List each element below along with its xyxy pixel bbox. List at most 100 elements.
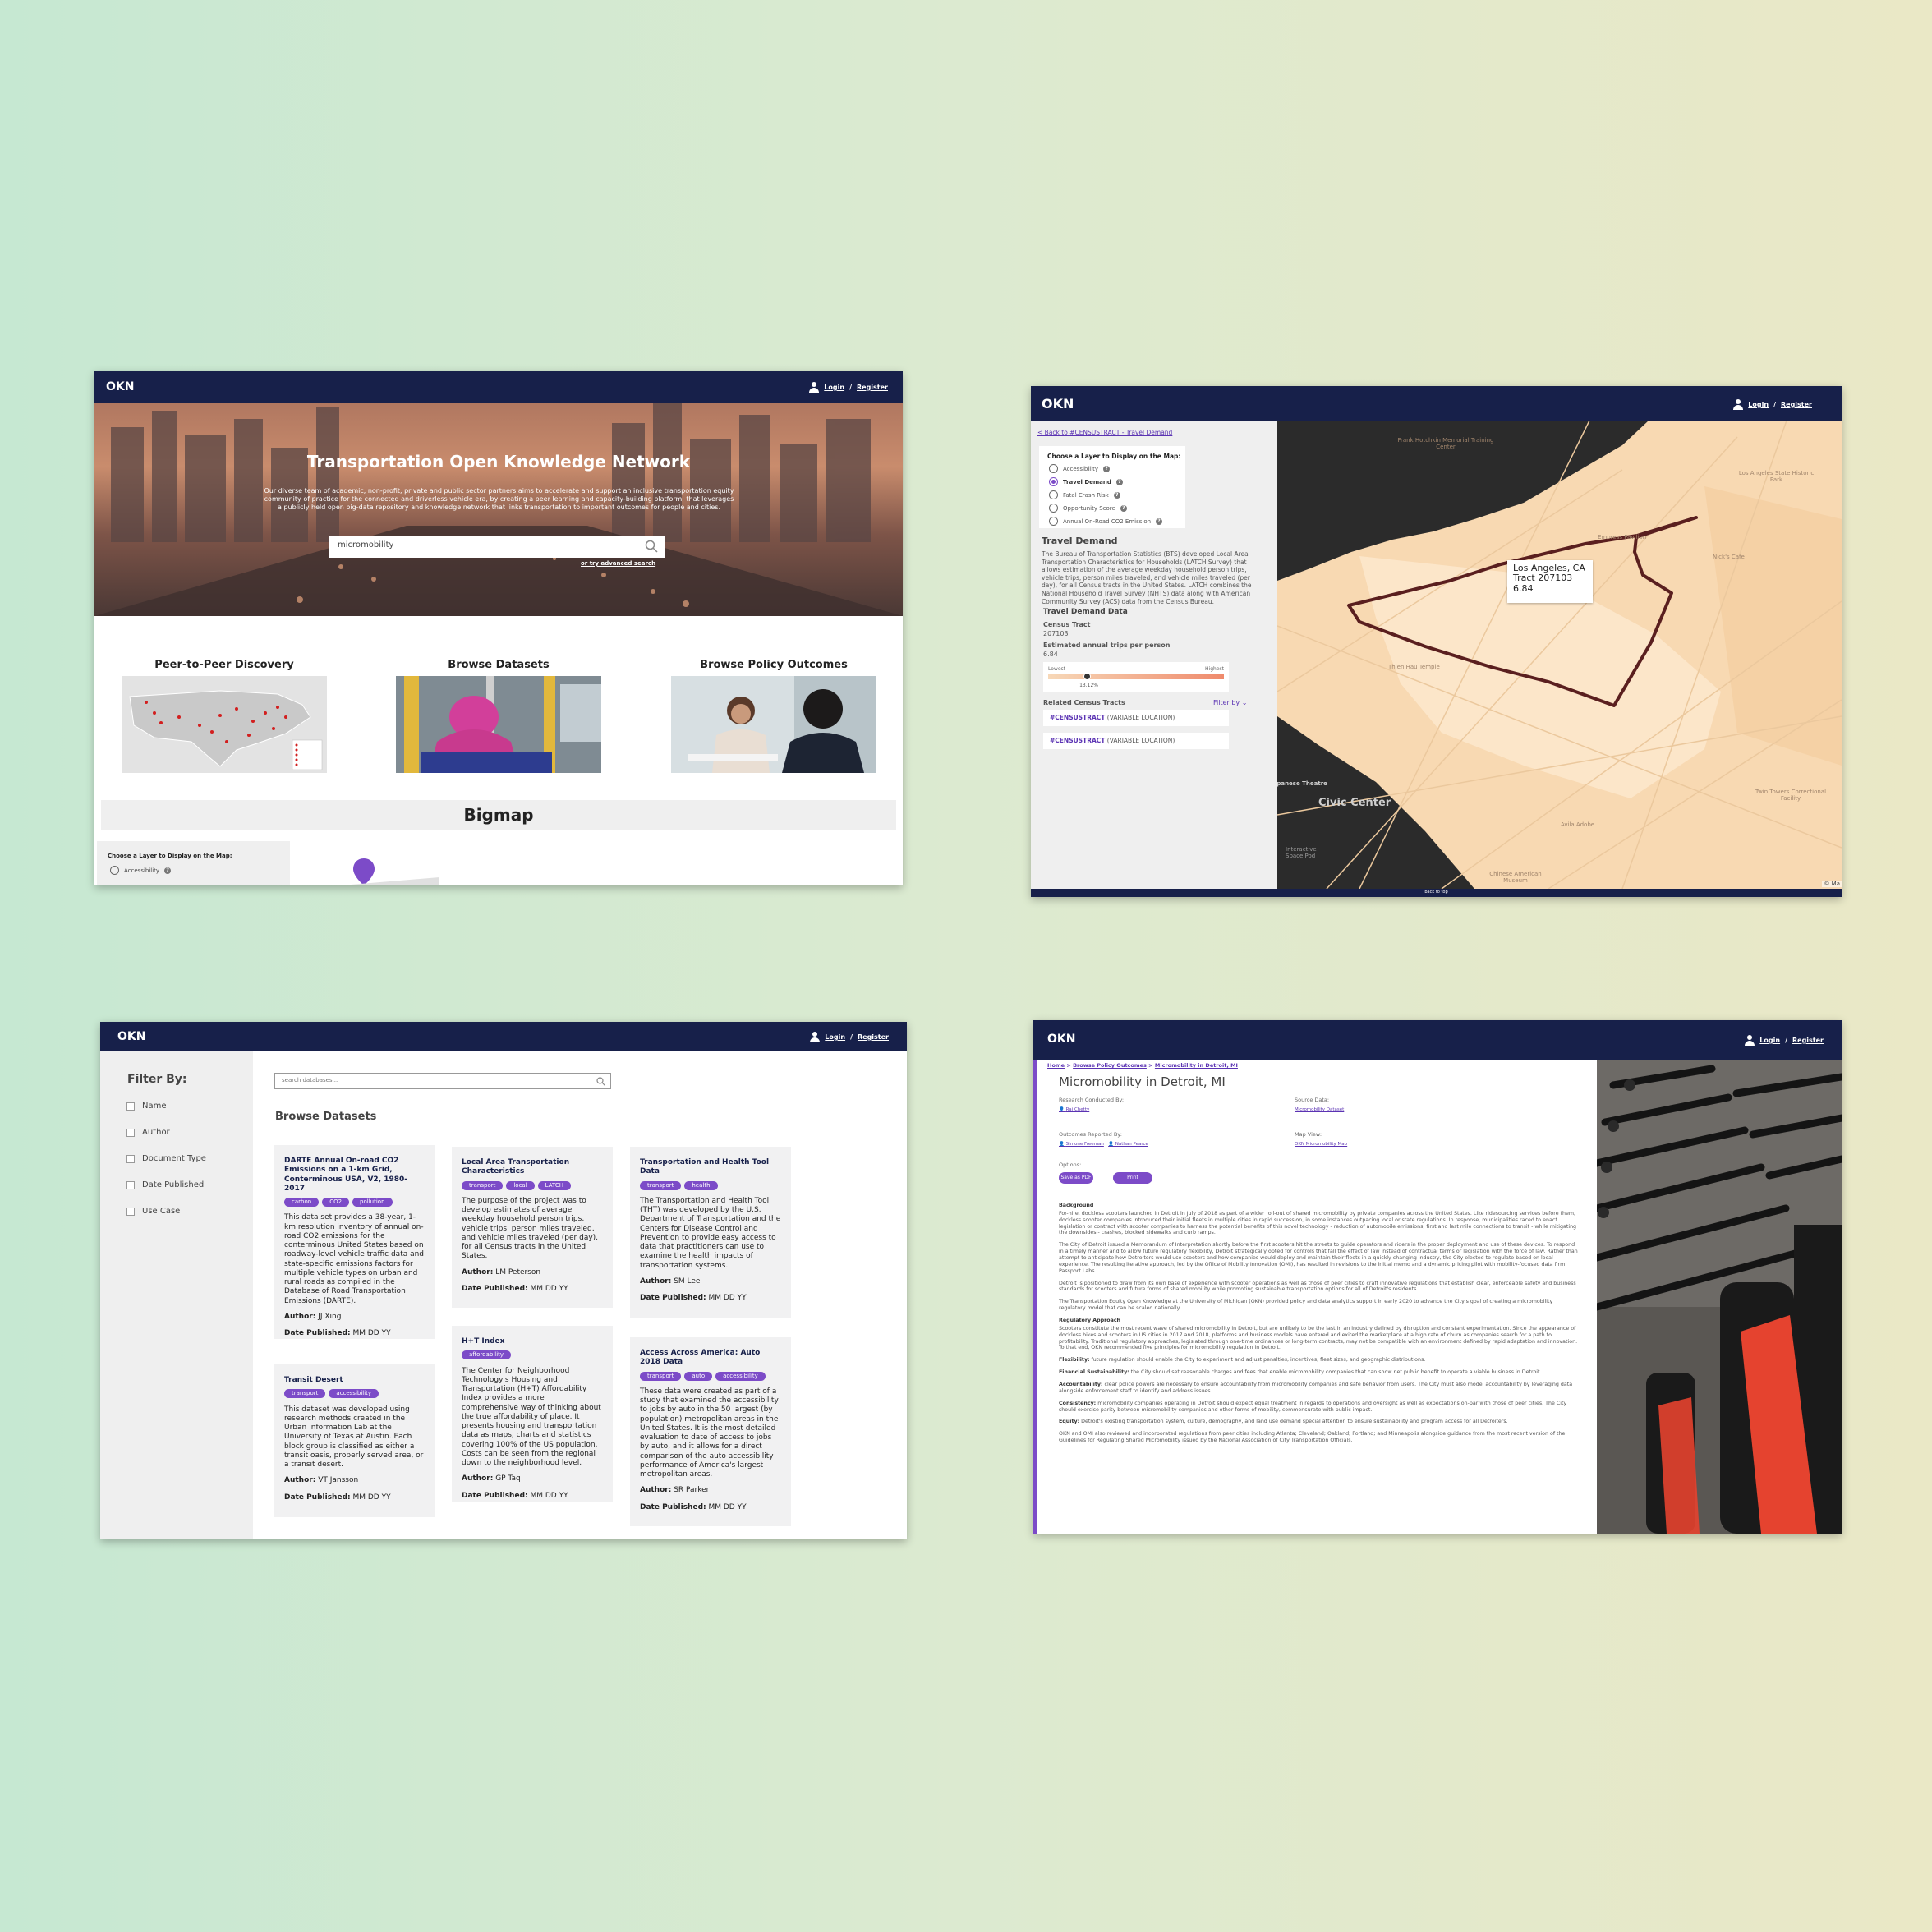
print-button[interactable]: Print — [1113, 1172, 1152, 1184]
tag-badge[interactable]: transport — [284, 1389, 326, 1399]
breadcrumb-policy[interactable]: Browse Policy Outcomes — [1073, 1062, 1147, 1069]
login-register[interactable]: Login / Register — [1745, 1035, 1824, 1046]
login-register[interactable]: Login / Register — [1733, 399, 1812, 410]
info-icon[interactable]: ? — [1116, 478, 1123, 485]
okn-logo[interactable]: OKN — [106, 380, 134, 393]
login-link[interactable]: Login — [824, 384, 844, 391]
save-pdf-button[interactable]: Save as PDF — [1059, 1172, 1093, 1184]
tile-browse-policy[interactable]: Browse Policy Outcomes — [671, 659, 876, 773]
related-item[interactable]: #CENSUSTRACT (VARIABLE LOCATION) — [1043, 733, 1229, 749]
tag-badge[interactable]: transport — [640, 1371, 682, 1381]
info-icon[interactable]: ? — [1103, 465, 1111, 472]
radio-button[interactable] — [1049, 504, 1058, 513]
related-item[interactable]: #CENSUSTRACT (VARIABLE LOCATION) — [1043, 710, 1229, 726]
dataset-card[interactable]: Transit Desert transport accessibility This… — [274, 1364, 435, 1517]
layer-option[interactable]: Fatal Crash Risk ? — [1049, 490, 1120, 499]
filter-option[interactable]: Document Type — [126, 1154, 206, 1163]
okn-logo[interactable]: OKN — [1042, 396, 1074, 412]
hero-search-box[interactable] — [329, 536, 665, 558]
layer-option[interactable]: Annual On-Road CO2 Emission ? — [1049, 517, 1163, 526]
research-person[interactable]: 👤 Raj Chetty — [1059, 1107, 1089, 1112]
dataset-card[interactable]: DARTE Annual On-road CO2 Emissions on a … — [274, 1145, 435, 1339]
info-icon[interactable]: ? — [1113, 491, 1120, 499]
back-to-top-link[interactable]: back to top — [1031, 890, 1842, 895]
search-icon[interactable] — [645, 540, 658, 553]
card-title[interactable]: Transportation and Health Tool Data — [640, 1158, 781, 1177]
checkbox[interactable] — [126, 1128, 135, 1137]
register-link[interactable]: Register — [857, 384, 888, 391]
dataset-card[interactable]: Access Across America: Auto 2018 Data tra… — [630, 1337, 791, 1526]
dataset-search-input[interactable] — [282, 1077, 586, 1083]
tag-badge[interactable]: health — [684, 1180, 718, 1190]
tag-badge[interactable]: local — [506, 1180, 535, 1190]
okn-logo[interactable]: OKN — [117, 1030, 145, 1043]
radio-button[interactable] — [1049, 490, 1058, 499]
checkbox[interactable] — [126, 1180, 135, 1189]
filter-option[interactable]: Name — [126, 1102, 167, 1111]
tag-badge[interactable]: affordability — [462, 1350, 512, 1360]
filter-option[interactable]: Date Published — [126, 1180, 204, 1189]
filter-by-dropdown[interactable]: Filter by ⌄ — [1213, 699, 1247, 706]
tag-badge[interactable]: carbon — [284, 1198, 320, 1207]
breadcrumb-home[interactable]: Home — [1047, 1062, 1065, 1069]
tag-badge[interactable]: transport — [640, 1180, 682, 1190]
radio-button[interactable] — [110, 866, 119, 875]
info-icon[interactable]: ? — [1156, 518, 1163, 525]
dataset-card[interactable]: Local Area Transportation Characteristic… — [452, 1147, 613, 1308]
okn-logo[interactable]: OKN — [1047, 1033, 1075, 1046]
register-link[interactable]: Register — [858, 1033, 889, 1041]
login-link[interactable]: Login — [1748, 401, 1769, 408]
login-link[interactable]: Login — [1760, 1037, 1780, 1044]
mapview-link[interactable]: OKN Micromobility Map — [1295, 1142, 1347, 1147]
layer-option[interactable]: Travel Demand ? — [1049, 477, 1123, 486]
login-link[interactable]: Login — [825, 1033, 845, 1041]
layer-option[interactable]: Opportunity Score ? — [1049, 504, 1127, 513]
register-link[interactable]: Register — [1792, 1037, 1824, 1044]
outcomes-person-name[interactable]: Nathan Pearce — [1116, 1142, 1148, 1147]
related-tag[interactable]: #CENSUSTRACT — [1050, 714, 1105, 721]
radio-button[interactable] — [1049, 517, 1058, 526]
info-icon[interactable]: ? — [1120, 504, 1127, 512]
research-person-name[interactable]: Raj Chetty — [1066, 1107, 1090, 1112]
login-register[interactable]: Login / Register — [809, 382, 888, 393]
filter-option[interactable]: Use Case — [126, 1207, 180, 1216]
outcomes-person[interactable]: 👤 Nathan Pearce — [1108, 1142, 1148, 1147]
tag-badge[interactable]: accessibility — [329, 1389, 380, 1399]
info-icon[interactable]: ? — [164, 867, 172, 874]
tag-badge[interactable]: accessibility — [715, 1371, 766, 1381]
register-link[interactable]: Register — [1781, 401, 1812, 408]
tag-badge[interactable]: auto — [684, 1371, 713, 1381]
back-link[interactable]: < Back to #CENSUSTRACT - Travel Demand — [1037, 429, 1172, 436]
search-icon[interactable] — [596, 1077, 605, 1086]
dataset-card[interactable]: Transportation and Health Tool Data trans… — [630, 1147, 791, 1318]
hero-search-input[interactable] — [338, 540, 633, 550]
dataset-search-box[interactable] — [274, 1073, 611, 1089]
tag-badge[interactable]: LATCH — [537, 1180, 571, 1190]
card-title[interactable]: DARTE Annual On-road CO2 Emissions on a … — [284, 1157, 426, 1194]
advanced-search-link[interactable]: or try advanced search — [581, 560, 656, 567]
checkbox[interactable] — [126, 1154, 135, 1163]
map-canvas[interactable]: Los Angeles, CA Tract 207103 6.84 Frank … — [1277, 421, 1842, 889]
layer-option[interactable]: Accessibility ? — [110, 866, 172, 875]
card-title[interactable]: H+T Index — [462, 1337, 603, 1346]
card-title[interactable]: Local Area Transportation Characteristic… — [462, 1158, 603, 1177]
dataset-card[interactable]: H+T Index affordability The Center for Nei… — [452, 1326, 613, 1502]
card-title[interactable]: Access Across America: Auto 2018 Data — [640, 1349, 781, 1368]
tile-peer-to-peer[interactable]: Peer-to-Peer Discovery — [122, 659, 327, 773]
tag-badge[interactable]: pollution — [352, 1198, 393, 1207]
checkbox[interactable] — [126, 1207, 135, 1216]
tag-badge[interactable]: CO2 — [322, 1198, 350, 1207]
checkbox[interactable] — [126, 1102, 135, 1111]
tag-badge[interactable]: transport — [462, 1180, 504, 1190]
outcomes-person-name[interactable]: Simone Freeman — [1066, 1142, 1104, 1147]
outcomes-person[interactable]: 👤 Simone Freeman — [1059, 1142, 1104, 1147]
radio-button[interactable] — [1049, 464, 1058, 473]
tile-browse-datasets[interactable]: Browse Datasets — [396, 659, 601, 773]
card-title[interactable]: Transit Desert — [284, 1376, 426, 1385]
radio-button[interactable] — [1049, 477, 1058, 486]
filter-option[interactable]: Author — [126, 1128, 170, 1137]
related-tag[interactable]: #CENSUSTRACT — [1050, 737, 1105, 744]
layer-option[interactable]: Accessibility ? — [1049, 464, 1111, 473]
login-register[interactable]: Login / Register — [810, 1032, 889, 1042]
source-link[interactable]: Micromobility Dataset — [1295, 1107, 1344, 1112]
